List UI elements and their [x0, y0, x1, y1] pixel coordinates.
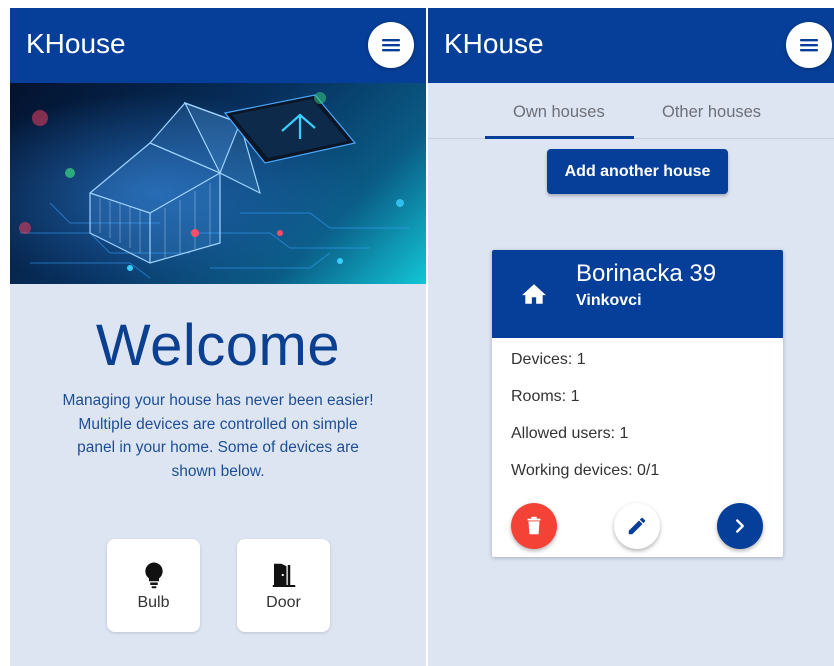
house-tabs: Own houses Other houses [428, 83, 834, 139]
app-bar: KHouse [10, 8, 426, 83]
hero-image [10, 83, 426, 284]
welcome-screen: KHouse Welcome Managing your house has n… [10, 8, 426, 666]
devices-count: Devices: 1 [511, 351, 586, 368]
delete-house-button[interactable] [511, 503, 557, 549]
active-tab-indicator [485, 136, 634, 139]
tab-own-houses[interactable]: Own houses [513, 103, 605, 122]
intro-line: Managing your house has never been easie… [62, 392, 374, 409]
houses-screen: KHouse Own houses Other houses Add anoth… [428, 8, 834, 666]
house-name: Borinacka 39 [576, 260, 717, 287]
intro-text: Managing your house has never been easie… [10, 389, 426, 483]
edit-icon [628, 517, 646, 535]
house-city: Vinkovci [576, 292, 642, 309]
house-card: Borinacka 39 Vinkovci Devices: 1 Rooms: … [492, 250, 783, 557]
menu-button[interactable] [786, 22, 832, 68]
working-devices-count: Working devices: 0/1 [511, 462, 660, 479]
tab-other-houses[interactable]: Other houses [662, 103, 761, 122]
device-card-bulb[interactable]: Bulb [107, 539, 200, 632]
smart-house-illustration [10, 83, 426, 284]
app-title: KHouse [444, 28, 544, 59]
home-icon [522, 284, 546, 304]
device-list: Bulb Door [107, 539, 330, 632]
edit-house-button[interactable] [614, 503, 660, 549]
device-label: Door [266, 593, 301, 611]
chevron-right-icon [736, 519, 744, 533]
menu-icon [800, 39, 818, 52]
add-house-button[interactable]: Add another house [547, 149, 728, 194]
house-card-header: Borinacka 39 Vinkovci [492, 250, 783, 338]
bulb-icon [144, 562, 163, 588]
menu-icon [382, 39, 400, 52]
intro-line: Multiple devices are controlled on simpl… [78, 415, 358, 433]
menu-button[interactable] [368, 22, 414, 68]
welcome-title: Welcome [95, 313, 341, 378]
rooms-count: Rooms: 1 [511, 388, 580, 405]
device-card-door[interactable]: Door [237, 539, 330, 632]
device-label: Bulb [137, 593, 170, 611]
app-bar: KHouse [428, 8, 834, 83]
open-house-button[interactable] [717, 503, 763, 549]
door-icon [272, 563, 295, 587]
allowed-users-count: Allowed users: 1 [511, 425, 629, 442]
intro-line: shown below. [171, 462, 265, 480]
delete-icon [527, 516, 541, 535]
intro-line: panel in your home. Some of devices are [77, 439, 359, 456]
app-title: KHouse [26, 28, 126, 59]
